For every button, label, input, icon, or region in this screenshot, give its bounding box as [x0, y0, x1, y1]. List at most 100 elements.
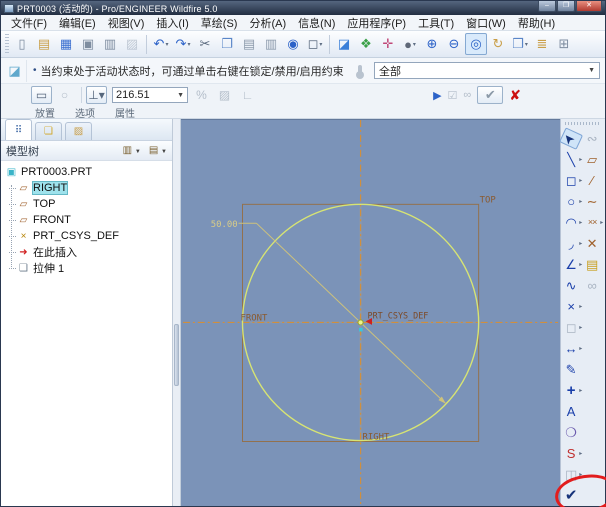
modify-dimension-tool[interactable]: ✎: [563, 360, 579, 379]
text-tool[interactable]: A: [563, 402, 579, 421]
fillet-tool[interactable]: ◞: [563, 234, 579, 253]
chevron-down-icon[interactable]: ▾: [165, 41, 168, 48]
cancel-button[interactable]: ✘: [509, 87, 521, 104]
save-button[interactable]: ▦: [55, 33, 77, 55]
tree-item[interactable]: ➜在此插入: [17, 244, 172, 260]
flyout-arrow-icon[interactable]: ▸: [579, 303, 584, 310]
import-section-tool[interactable]: ▤: [584, 255, 600, 274]
menu-item[interactable]: 应用程序(P): [341, 15, 412, 31]
chevron-down-icon[interactable]: ▾: [99, 88, 105, 102]
paste-special-button[interactable]: ▥: [260, 33, 282, 55]
trim-tool[interactable]: S: [563, 444, 579, 463]
menu-item[interactable]: 视图(V): [102, 15, 151, 31]
toolbar-grip[interactable]: [5, 34, 9, 54]
circle-tool[interactable]: ○: [563, 192, 579, 211]
layers-button[interactable]: ≣: [531, 33, 553, 55]
cut-button[interactable]: ✂: [194, 33, 216, 55]
tree-settings-button[interactable]: ▤ ▼: [149, 145, 167, 156]
play-button[interactable]: ▶: [433, 89, 441, 102]
dimension-text[interactable]: 50.00: [211, 220, 238, 230]
chevron-down-icon[interactable]: ▾: [525, 41, 528, 48]
maximize-button[interactable]: ❐: [557, 1, 575, 12]
arc-tool[interactable]: ◠: [563, 213, 579, 232]
tree-item[interactable]: ▱FRONT: [17, 212, 172, 228]
flyout-arrow-icon[interactable]: ▸: [579, 324, 584, 331]
chevron-down-icon[interactable]: ▾: [187, 41, 190, 48]
done-button[interactable]: ✔: [563, 486, 579, 505]
constraint-type-button[interactable]: ⊥▾: [86, 86, 107, 104]
point-tool[interactable]: ×: [563, 297, 579, 316]
tree-item[interactable]: ▱RIGHT: [17, 180, 172, 196]
chevron-down-icon[interactable]: ▾: [319, 41, 322, 48]
flyout-arrow-icon[interactable]: ▸: [579, 387, 584, 394]
zoom-out-button[interactable]: ⊖: [443, 33, 465, 55]
offset-edge-tool[interactable]: ∼: [584, 192, 600, 211]
close-button[interactable]: ✕: [576, 1, 602, 12]
rectangle-tool[interactable]: ◻: [563, 171, 579, 190]
menu-item[interactable]: 插入(I): [150, 15, 194, 31]
spline-tool[interactable]: ∿: [563, 276, 579, 295]
rect-section-button[interactable]: ▭: [31, 86, 52, 104]
paste-button[interactable]: ▤: [238, 33, 260, 55]
graphics-canvas[interactable]: 50.00 TOP FRONT RIGHT PRT_CSYS_DEF: [181, 119, 560, 506]
menu-item[interactable]: 信息(N): [292, 15, 341, 31]
ok-button[interactable]: ✔: [477, 86, 503, 104]
copy-button[interactable]: ❐: [216, 33, 238, 55]
select-tool[interactable]: ➤: [559, 127, 583, 150]
saved-views-button[interactable]: ❒▾: [509, 33, 531, 55]
flyout-arrow-icon[interactable]: ▸: [579, 471, 584, 478]
sketch-points-tool[interactable]: ××: [584, 213, 600, 232]
tab-model-tree[interactable]: ⠿: [5, 119, 32, 140]
minimize-button[interactable]: ‒: [538, 1, 556, 12]
print-button[interactable]: ▣: [77, 33, 99, 55]
reorient-button[interactable]: ↻: [487, 33, 509, 55]
tree-item[interactable]: ❑拉伸 1: [17, 260, 172, 276]
menu-item[interactable]: 分析(A): [243, 15, 292, 31]
new-file-button[interactable]: ▯: [11, 33, 33, 55]
dashboard-tab[interactable]: 属性: [115, 105, 135, 120]
sketch-csys-tool[interactable]: ✕: [584, 234, 600, 253]
flyout-arrow-icon[interactable]: ▸: [579, 345, 584, 352]
centerline-tool[interactable]: ∕: [584, 171, 600, 190]
sketch-orient-button[interactable]: ◪: [333, 33, 355, 55]
tab-folder-browser[interactable]: ❏: [35, 122, 62, 140]
find-button[interactable]: ◉: [282, 33, 304, 55]
view-manager-button[interactable]: ⊞: [553, 33, 575, 55]
dimension-tool[interactable]: ↔: [563, 339, 579, 358]
zoom-in-button[interactable]: ⊕: [421, 33, 443, 55]
toolbar-grip[interactable]: [565, 122, 601, 125]
constrain-tool[interactable]: +: [563, 381, 579, 400]
dashboard-tab[interactable]: 选项: [75, 105, 95, 120]
tree-item[interactable]: ×PRT_CSYS_DEF: [17, 228, 172, 244]
tree-item[interactable]: ▱TOP: [17, 196, 172, 212]
zoom-fit-button[interactable]: ◎: [465, 33, 487, 55]
dashboard-tab[interactable]: 放置: [35, 105, 55, 120]
flyout-arrow-icon[interactable]: ▸: [600, 219, 605, 226]
display-style-button[interactable]: ●▾: [399, 33, 421, 55]
menu-item[interactable]: 草绘(S): [195, 15, 244, 31]
menu-item[interactable]: 帮助(H): [512, 15, 561, 31]
panel-splitter[interactable]: [173, 119, 181, 506]
tree-item[interactable]: ▣PRT0003.PRT: [5, 164, 172, 180]
use-edge-tool[interactable]: ▱: [584, 150, 600, 169]
dimension-value-field[interactable]: 216.51 ▼: [112, 87, 188, 103]
flyout-arrow-icon[interactable]: ▸: [579, 450, 584, 457]
palette-tool[interactable]: ❍: [563, 423, 579, 442]
undo-button[interactable]: ↶▾: [150, 33, 172, 55]
spin-center-button[interactable]: ✛: [377, 33, 399, 55]
highlight-points-button[interactable]: ❖: [355, 33, 377, 55]
line-tool[interactable]: ╲: [563, 150, 579, 169]
open-button[interactable]: ▤: [33, 33, 55, 55]
print-preview-button[interactable]: ▥: [99, 33, 121, 55]
circle-center-point[interactable]: [358, 320, 363, 325]
menu-item[interactable]: 文件(F): [5, 15, 53, 31]
chamfer-tool[interactable]: ∠: [563, 255, 579, 274]
select-filter-button[interactable]: ◻▾: [304, 33, 326, 55]
chevron-down-icon[interactable]: ▾: [413, 41, 416, 48]
menu-item[interactable]: 编辑(E): [53, 15, 102, 31]
menu-item[interactable]: 工具(T): [412, 15, 460, 31]
search-filter-select[interactable]: 全部 ▼: [374, 62, 600, 79]
redo-button[interactable]: ↷▾: [172, 33, 194, 55]
menu-item[interactable]: 窗口(W): [460, 15, 512, 31]
tab-favorites[interactable]: ▨: [65, 122, 92, 140]
